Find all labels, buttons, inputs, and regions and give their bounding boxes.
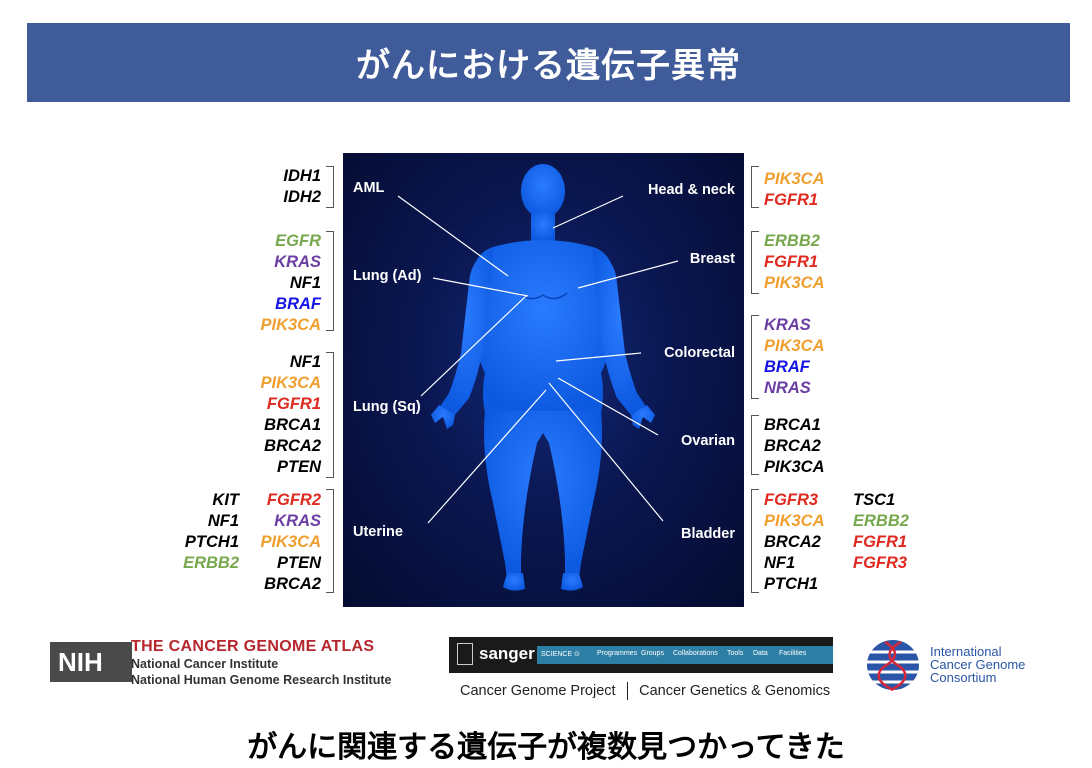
organ-label-lung-ad: Lung (Ad): [353, 268, 422, 284]
icgc-label: International Cancer Genome Consortium: [930, 645, 1025, 684]
title-bar: がんにおける遺伝子異常: [27, 23, 1070, 102]
gene-label-ovarian-brca2: BRCA2: [764, 437, 821, 455]
gene-label-colorectal-nras: NRAS: [764, 379, 811, 397]
nhgri-label: National Human Genome Research Institute: [131, 673, 392, 687]
cgp-label: Cancer Genome Project: [460, 682, 616, 699]
gene-label-lung-ad-kras: KRAS: [274, 253, 321, 271]
nci-label: National Cancer Institute: [131, 657, 279, 671]
sanger-logo-text: sanger: [479, 644, 535, 663]
bracket-colorectal: [751, 315, 759, 399]
logo-row: NIH THE CANCER GENOME ATLAS National Can…: [0, 630, 1092, 705]
gene-label-bladder-col2-tsc1: TSC1: [853, 491, 896, 509]
nih-logo-arrow: [112, 642, 126, 682]
human-silhouette: [431, 164, 655, 591]
gene-label-lung-ad-pik3ca: PIK3CA: [260, 316, 321, 334]
sanger-nav-facilities: Facilities: [779, 650, 807, 657]
gene-label-bladder-col1-brca2: BRCA2: [764, 533, 821, 551]
gene-label-head-neck-fgfr1: FGFR1: [764, 191, 819, 209]
gene-label-lung-sq-fgfr1: FGFR1: [266, 395, 321, 413]
gene-label-lung-ad-egfr: EGFR: [275, 232, 321, 250]
gene-label-lung-sq-brca2: BRCA2: [264, 437, 321, 455]
bracket-bladder: [751, 489, 759, 593]
gene-label-bladder-col2-fgfr3: FGFR3: [853, 554, 908, 572]
gene-label-breast-erbb2: ERBB2: [764, 232, 820, 250]
sanger-nav-collaborations: Collaborations: [673, 650, 718, 657]
gene-label-lung-sq-pik3ca: PIK3CA: [260, 374, 321, 392]
body-diagram: AML Lung (Ad) Lung (Sq) Uterine Head & n…: [343, 153, 744, 607]
gene-label-uterine-col2-brca2: BRCA2: [264, 575, 321, 593]
gene-label-breast-pik3ca: PIK3CA: [764, 274, 825, 292]
sanger-mark-icon: [457, 643, 473, 665]
icgc-globe-icon: [867, 640, 919, 692]
gene-label-colorectal-kras: KRAS: [764, 316, 811, 334]
gene-label-aml-idh1: IDH1: [283, 167, 321, 185]
bracket-aml: [326, 166, 334, 208]
organ-label-bladder: Bladder: [681, 526, 735, 542]
sanger-banner: sanger SCIENCE ⊙ Programmes Groups Colla…: [449, 637, 833, 673]
organ-label-uterine: Uterine: [353, 524, 403, 540]
gene-label-lung-sq-pten: PTEN: [276, 458, 321, 476]
organ-label-lung-sq: Lung (Sq): [353, 399, 421, 415]
organ-label-ovarian: Ovarian: [681, 433, 735, 449]
gene-label-uterine-col2-kras: KRAS: [274, 512, 321, 530]
gene-label-uterine-col2-fgfr2: FGFR2: [266, 491, 321, 509]
sanger-nav-science: SCIENCE ⊙: [541, 651, 580, 658]
gene-label-bladder-col1-nf1: NF1: [764, 554, 796, 572]
pointer-aml: [397, 195, 509, 277]
bracket-head-neck: [751, 166, 759, 208]
bracket-breast: [751, 231, 759, 294]
gene-label-bladder-col1-ptch1: PTCH1: [764, 575, 819, 593]
gene-label-ovarian-brca1: BRCA1: [764, 416, 821, 434]
gene-label-lung-sq-nf1: NF1: [289, 353, 321, 371]
gene-label-uterine-col2-pten: PTEN: [276, 554, 321, 572]
page-title: がんにおける遺伝子異常: [356, 46, 741, 86]
nih-logo-text: NIH: [58, 646, 103, 677]
gene-label-colorectal-pik3ca: PIK3CA: [764, 337, 825, 355]
caption-divider: [626, 682, 629, 700]
conclusion-text: がんに関連する遺伝子が複数見つかってきた: [247, 730, 845, 765]
organ-label-colorectal: Colorectal: [664, 345, 735, 361]
sanger-nav-programmes: Programmes: [597, 650, 638, 657]
gene-label-lung-ad-nf1: NF1: [289, 274, 321, 292]
gene-label-ovarian-pik3ca: PIK3CA: [764, 458, 825, 476]
bracket-lung-ad: [326, 231, 334, 331]
organ-label-head-neck: Head & neck: [647, 182, 735, 198]
bracket-uterine: [326, 489, 334, 593]
gene-label-aml-idh2: IDH2: [283, 188, 321, 206]
sanger-caption: Cancer Genome Project Cancer Genetics & …: [460, 682, 830, 700]
gene-label-breast-fgfr1: FGFR1: [764, 253, 819, 271]
sanger-nav-groups: Groups: [641, 650, 664, 657]
tcga-title: THE CANCER GENOME ATLAS: [131, 638, 375, 655]
gene-label-uterine-col2-pik3ca: PIK3CA: [260, 533, 321, 551]
gene-label-head-neck-pik3ca: PIK3CA: [764, 170, 825, 188]
gene-label-lung-sq-brca1: BRCA1: [264, 416, 321, 434]
bracket-ovarian: [751, 415, 759, 475]
gene-label-bladder-col2-fgfr1: FGFR1: [853, 533, 908, 551]
gene-label-colorectal-braf: BRAF: [764, 358, 810, 376]
cgg-label: Cancer Genetics & Genomics: [639, 682, 831, 699]
icgc-line-3: Consortium: [930, 670, 997, 685]
sanger-nav-data: Data: [753, 650, 768, 657]
gene-label-bladder-col1-pik3ca: PIK3CA: [764, 512, 825, 530]
pointer-head-neck: [552, 195, 624, 229]
organ-label-aml: AML: [353, 180, 385, 196]
gene-label-bladder-col2-erbb2: ERBB2: [853, 512, 909, 530]
organ-label-breast: Breast: [689, 251, 735, 267]
gene-label-bladder-col1-fgfr3: FGFR3: [764, 491, 819, 509]
gene-label-lung-ad-braf: BRAF: [275, 295, 321, 313]
bracket-lung-sq: [326, 352, 334, 478]
sanger-nav-tools: Tools: [727, 650, 744, 657]
